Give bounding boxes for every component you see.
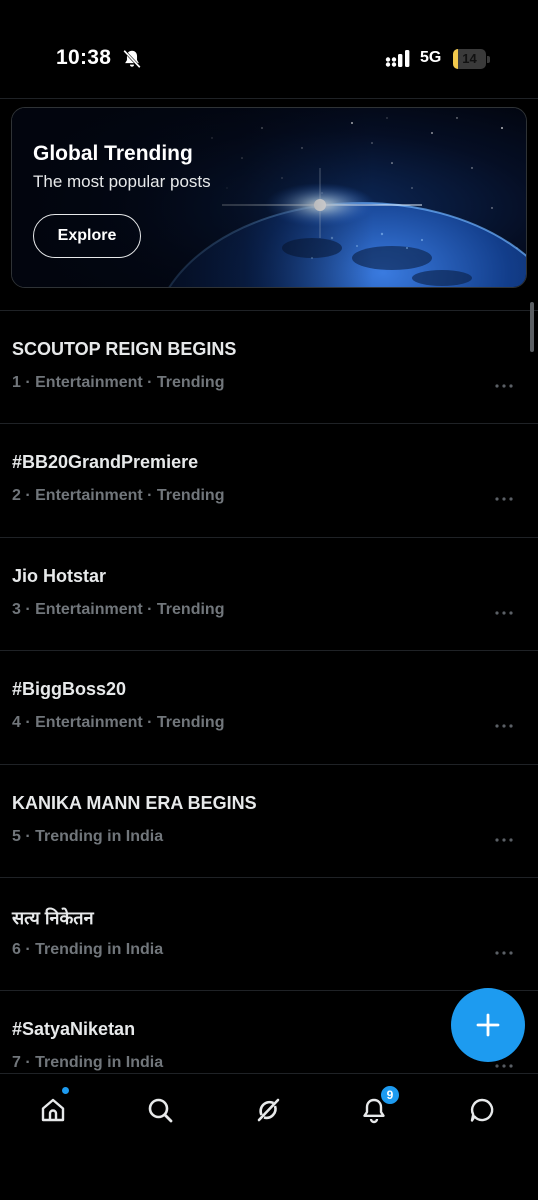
trend-meta: 6 · Trending in India [12,940,164,958]
trend-meta: 7 · Trending in India [12,1054,164,1072]
trend-title: सत्य निकेतन [12,907,94,928]
status-time: 10:38 [56,46,112,69]
scrollbar[interactable] [530,302,534,352]
more-options-icon[interactable] [494,610,514,616]
battery-icon: 14 [453,49,491,69]
trend-meta: 3 · Entertainment · Trending [12,600,225,618]
status-bar: 10:38 5G 14 [0,0,538,98]
compose-post-button[interactable] [451,988,525,1062]
trend-meta: 4 · Entertainment · Trending [12,714,225,732]
more-options-icon[interactable] [494,1063,514,1069]
notification-count-badge: 9 [380,1085,400,1105]
trend-title: #SatyaNiketan [12,1019,136,1040]
bell-off-icon [121,48,143,70]
nav-grok[interactable] [248,1090,288,1130]
trend-meta: 5 · Trending in India [12,827,164,845]
banner-title: Global Trending [33,142,193,165]
trend-item[interactable]: SCOUTOP REIGN BEGINS 1 · Entertainment ·… [0,311,538,425]
trend-item[interactable]: KANIKA MANN ERA BEGINS 5 · Trending in I… [0,765,538,878]
explore-button[interactable]: Explore [33,214,141,258]
header-divider [0,98,538,99]
trend-title: #BB20GrandPremiere [12,452,199,473]
trend-title: #BiggBoss20 [12,679,127,700]
trend-item[interactable]: सत्य निकेतन 6 · Trending in India [0,878,538,992]
more-options-icon[interactable] [494,837,514,843]
battery-level: 14 [462,51,477,66]
more-options-icon[interactable] [494,723,514,729]
messages-icon [470,1098,494,1122]
banner-subtitle: The most popular posts [33,172,211,191]
network-type: 5G [420,49,442,66]
global-trending-banner[interactable]: Global Trending The most popular posts E… [11,107,527,288]
nav-search[interactable] [140,1090,180,1130]
nav-home[interactable] [33,1090,73,1130]
more-options-icon[interactable] [494,950,514,956]
trend-meta: 1 · Entertainment · Trending [12,374,225,391]
signal-icon [385,50,413,68]
earth-image [12,108,526,287]
home-unread-dot [61,1086,70,1095]
bottom-nav: 9 [0,1073,538,1200]
trend-item[interactable]: Jio Hotstar 3 · Entertainment · Trending [0,538,538,652]
trend-item[interactable]: #BiggBoss20 4 · Entertainment · Trending [0,651,538,765]
nav-messages[interactable] [462,1090,502,1130]
search-icon [148,1098,173,1123]
more-options-icon[interactable] [494,496,514,502]
grok-icon [257,1098,280,1122]
trend-item[interactable]: #BB20GrandPremiere 2 · Entertainment · T… [0,424,538,538]
home-icon [41,1098,65,1122]
trend-title: KANIKA MANN ERA BEGINS [12,792,257,813]
trend-title: Jio Hotstar [12,565,107,586]
more-options-icon[interactable] [494,383,514,389]
plus-icon [476,1013,500,1037]
trend-title: SCOUTOP REIGN BEGINS [12,339,237,359]
trend-meta: 2 · Entertainment · Trending [12,487,225,505]
trend-list: SCOUTOP REIGN BEGINS 1 · Entertainment ·… [0,311,538,1073]
